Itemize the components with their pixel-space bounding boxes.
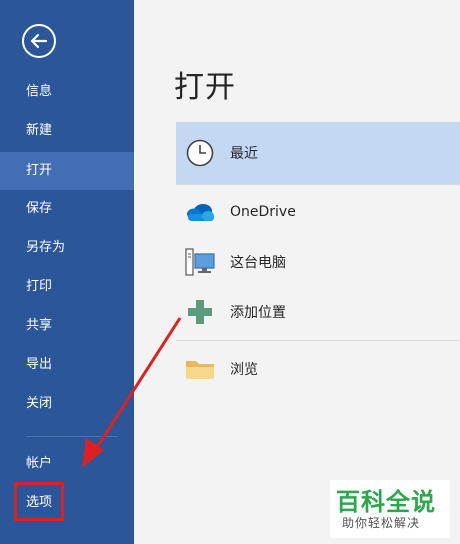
watermark-subtitle: 助你轻松解决 (342, 516, 421, 530)
location-browse[interactable]: 浏览 (176, 344, 460, 394)
nav-item-close[interactable]: 关闭 (0, 385, 134, 423)
nav-item-account[interactable]: 帐户 (0, 445, 134, 483)
back-button[interactable] (22, 24, 56, 58)
open-panel: 打开 最近 OneDrive 这台电脑 添加位置 浏览 (134, 0, 460, 544)
backstage-sidebar: 信息 新建 打开 保存 另存为 打印 共享 导出 关闭 帐户 选项 (0, 0, 134, 544)
location-label: 这台电脑 (230, 255, 286, 271)
nav-item-export[interactable]: 导出 (0, 346, 134, 384)
nav-item-info[interactable]: 信息 (0, 73, 134, 111)
nav-item-new[interactable]: 新建 (0, 112, 134, 150)
nav-item-save-as[interactable]: 另存为 (0, 229, 134, 267)
separator (176, 184, 460, 185)
location-recent[interactable]: 最近 (176, 122, 460, 184)
location-label: OneDrive (230, 204, 296, 220)
location-label: 最近 (230, 146, 258, 162)
computer-icon (184, 246, 216, 278)
location-this-pc[interactable]: 这台电脑 (176, 237, 460, 287)
nav-item-print[interactable]: 打印 (0, 268, 134, 306)
watermark: 百科全说 助你轻松解决 (330, 480, 450, 538)
location-add-place[interactable]: 添加位置 (176, 287, 460, 337)
nav-item-share[interactable]: 共享 (0, 307, 134, 345)
options-highlight-box (14, 482, 64, 521)
folder-icon (184, 353, 216, 385)
arrow-left-icon (30, 33, 48, 49)
cloud-icon (184, 196, 216, 228)
watermark-title: 百科全说 (336, 488, 436, 516)
location-label: 浏览 (230, 362, 258, 378)
location-label: 添加位置 (230, 305, 286, 321)
sidebar-divider (26, 436, 118, 437)
plus-icon (184, 296, 216, 328)
nav-item-open[interactable]: 打开 (0, 152, 134, 190)
location-onedrive[interactable]: OneDrive (176, 187, 460, 237)
separator (176, 340, 460, 341)
clock-icon (184, 137, 216, 169)
nav-item-save[interactable]: 保存 (0, 190, 134, 228)
page-title: 打开 (174, 70, 236, 105)
